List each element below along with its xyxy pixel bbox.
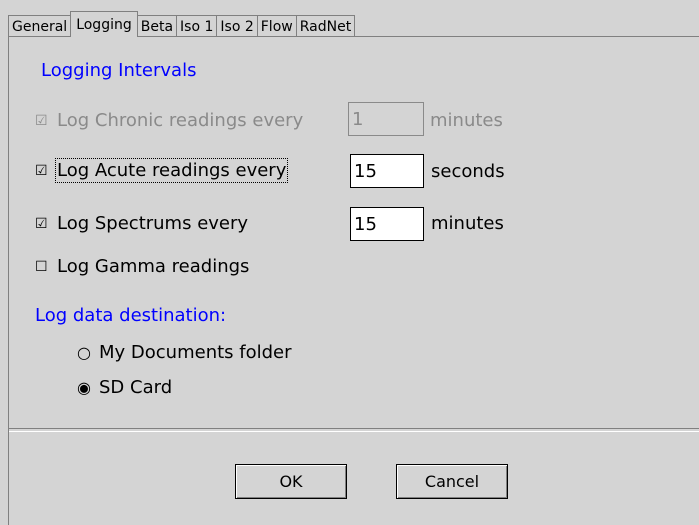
radio-sd-card[interactable]: ◉ SD Card <box>77 377 172 398</box>
radio-on-icon: ◉ <box>77 378 91 397</box>
acute-interval-input[interactable] <box>350 154 424 188</box>
cancel-button[interactable]: Cancel <box>396 464 508 499</box>
spectrums-unit: minutes <box>431 213 504 234</box>
tab-iso-1[interactable]: Iso 1 <box>176 15 218 37</box>
chronic-unit: minutes <box>430 110 503 131</box>
chronic-label: Log Chronic readings every <box>57 110 304 131</box>
acute-label: Log Acute readings every <box>54 158 289 183</box>
chronic-checkbox[interactable]: ☑ Log Chronic readings every <box>35 110 303 131</box>
chronic-interval-input[interactable] <box>348 102 424 136</box>
checkbox-checked-icon: ☑ <box>35 215 48 232</box>
spectrums-interval-input[interactable] <box>350 207 424 241</box>
destination-title: Log data destination: <box>35 305 227 326</box>
acute-checkbox[interactable]: ☑ Log Acute readings every <box>35 158 289 183</box>
ok-button[interactable]: OK <box>235 464 347 499</box>
tab-flow[interactable]: Flow <box>256 15 297 37</box>
spectrums-checkbox[interactable]: ☑ Log Spectrums every <box>35 213 248 234</box>
tab-iso-2[interactable]: Iso 2 <box>216 15 258 37</box>
checkbox-checked-icon: ☑ <box>35 162 48 179</box>
radio-my-documents-label: My Documents folder <box>99 342 292 363</box>
spectrums-label: Log Spectrums every <box>57 213 249 234</box>
logging-intervals-title: Logging Intervals <box>41 60 197 81</box>
checkbox-unchecked-icon: ☐ <box>35 258 48 275</box>
radio-sd-card-label: SD Card <box>99 377 173 398</box>
divider <box>9 428 699 432</box>
tab-radnet[interactable]: RadNet <box>295 15 356 37</box>
tab-beta[interactable]: Beta <box>136 15 178 37</box>
checkbox-checked-icon: ☑ <box>35 112 48 129</box>
gamma-checkbox[interactable]: ☐ Log Gamma readings <box>35 256 249 277</box>
acute-unit: seconds <box>431 161 505 182</box>
radio-my-documents[interactable]: ○ My Documents folder <box>77 342 292 363</box>
tab-bar: General Logging Beta Iso 1 Iso 2 Flow Ra… <box>8 11 356 37</box>
tab-logging[interactable]: Logging <box>70 11 138 37</box>
gamma-label: Log Gamma readings <box>57 256 250 277</box>
radio-off-icon: ○ <box>77 343 91 362</box>
tab-general[interactable]: General <box>8 15 72 37</box>
